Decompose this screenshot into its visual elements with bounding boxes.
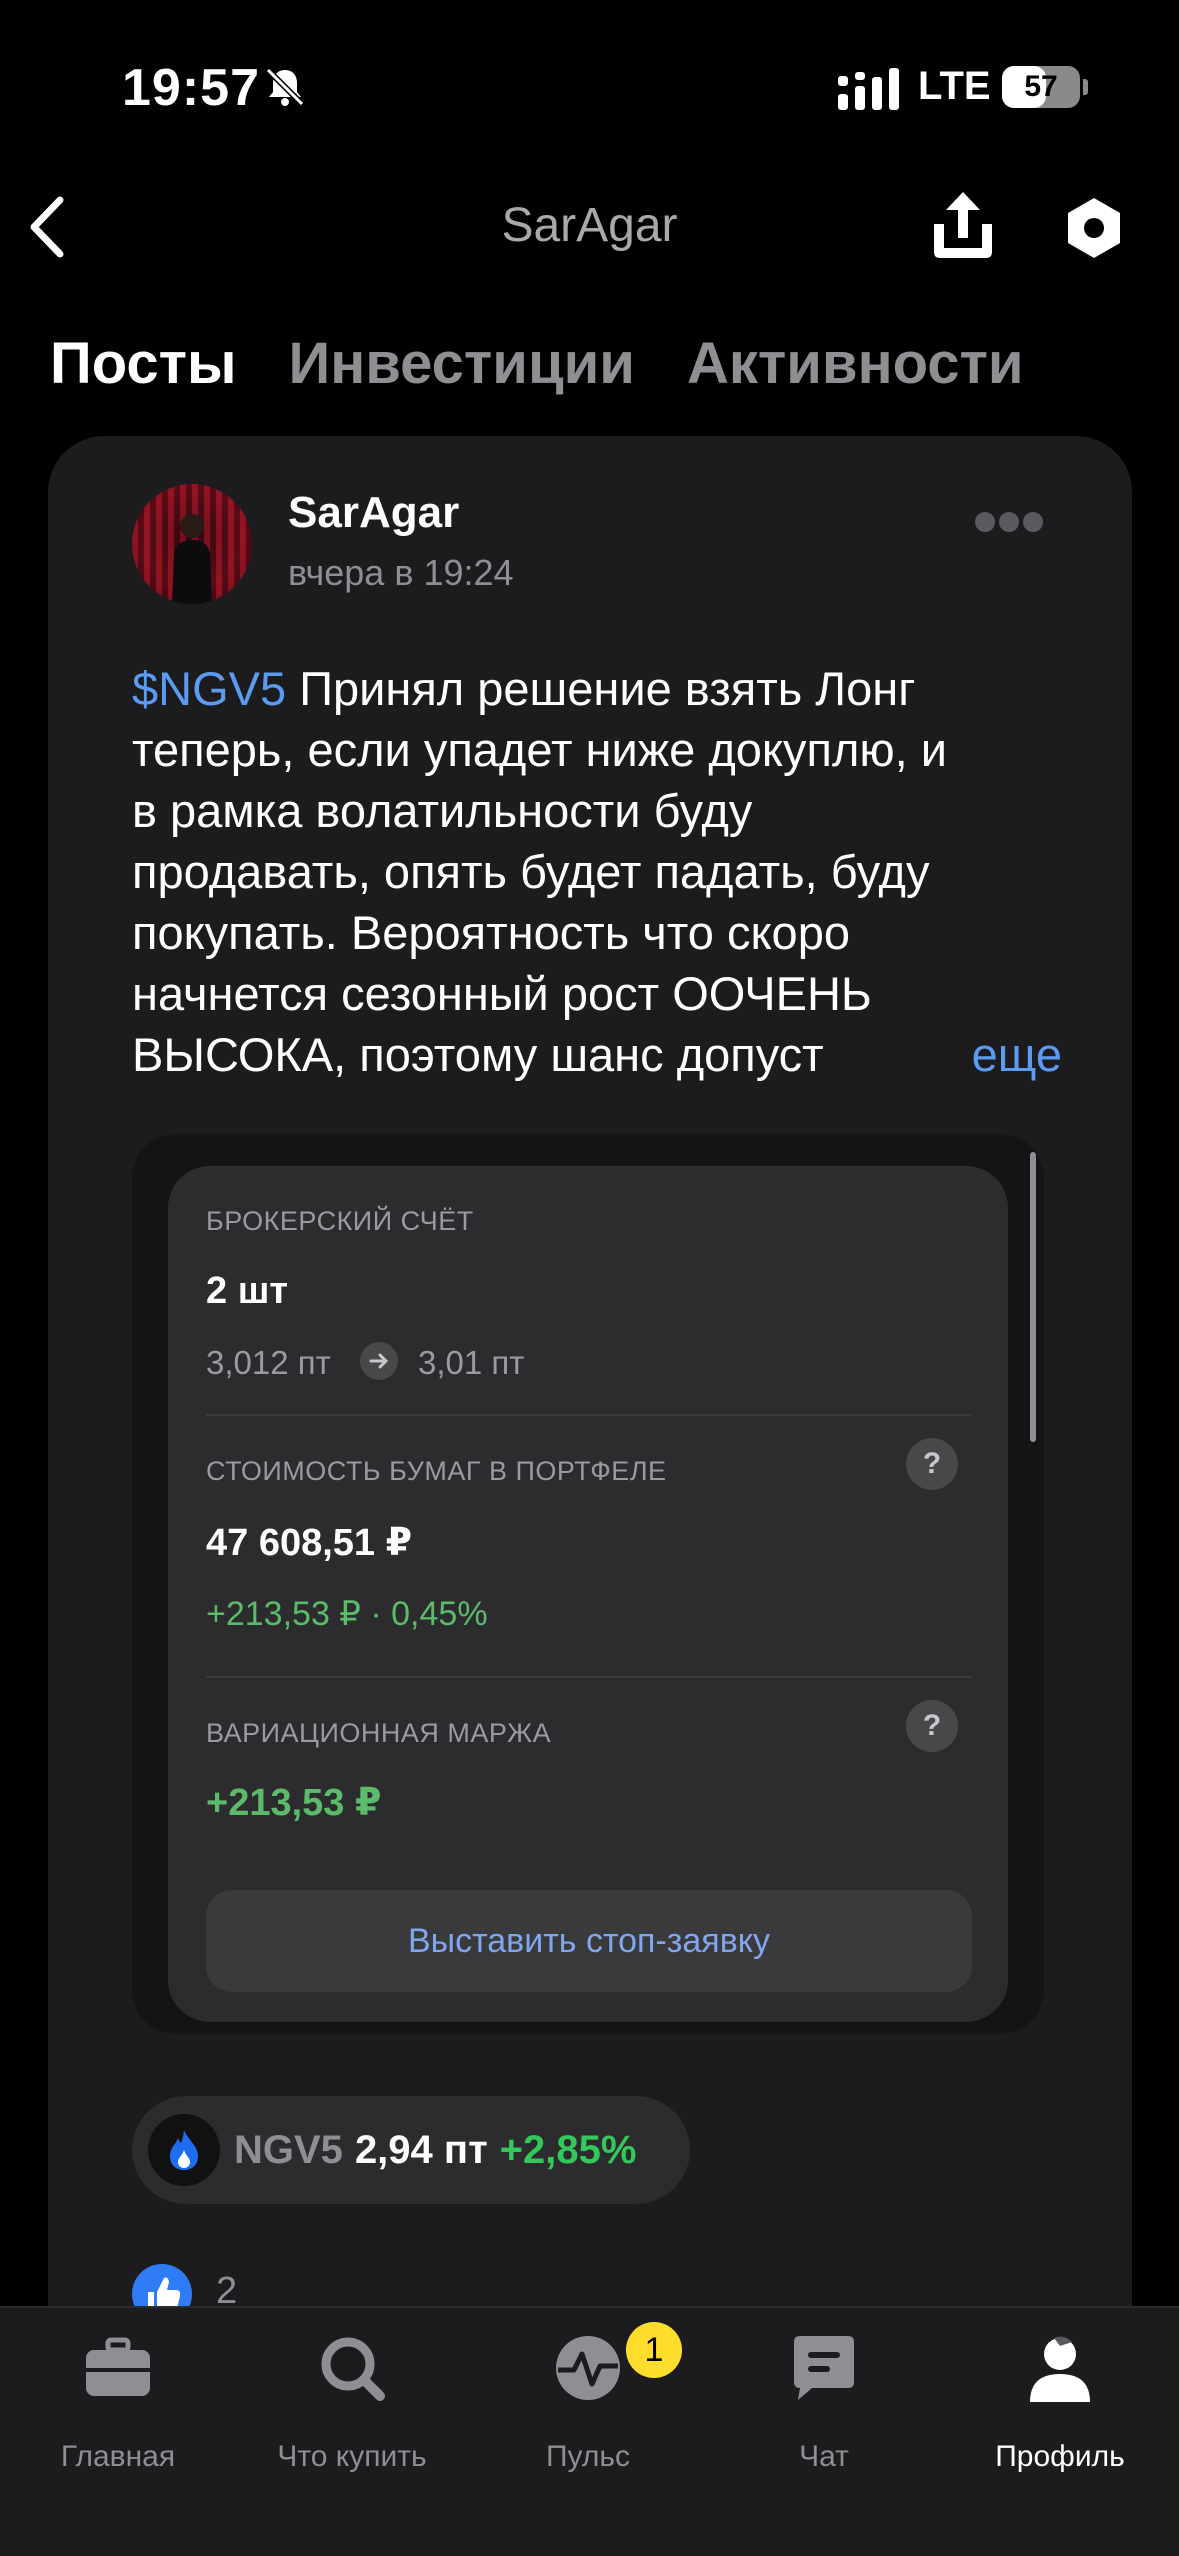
portfolio-value-label: СТОИМОСТЬ БУМАГ В ПОРТФЕЛЕ [206,1456,667,1486]
ticker-tag-link[interactable]: $NGV5 [132,662,286,715]
position-card: БРОКЕРСКИЙ СЧЁТ 2 шт 3,012 пт 3,01 пт СТ… [168,1166,1008,2022]
profile-icon [1030,2336,1090,2402]
tab-posts[interactable]: Посты [50,330,237,410]
chat-icon [794,2336,854,2400]
pulse-icon [556,2336,620,2400]
avatar-person [172,514,212,604]
portfolio-change: +213,53 ₽ · 0,45% [206,1595,488,1633]
broker-account-label: БРОКЕРСКИЙ СЧЁТ [206,1206,474,1236]
tabbar-label: Профиль [995,2440,1125,2473]
chip-change: +2,85% [499,2128,637,2172]
ticker-chip[interactable]: NGV5 2,94 пт +2,85% [132,2096,690,2204]
embedded-image[interactable]: БРОКЕРСКИЙ СЧЁТ 2 шт 3,012 пт 3,01 пт СТ… [132,1134,1044,2034]
bottom-tab-bar: Главная Что купить 1 Пульс Чат Профиль [0,2306,1179,2556]
post-text-line: продавать, опять будет падать, буду [132,845,930,898]
profile-tabs: Посты Инвестиции Активности [50,330,1024,410]
chip-ticker: NGV5 [234,2128,343,2172]
arrow-right-icon [360,1342,398,1380]
stop-order-button: Выставить стоп-заявку [206,1890,972,1992]
network-type: LTE [918,64,991,108]
help-icon: ? [906,1700,958,1752]
signal-icon [838,68,899,110]
divider [206,1414,972,1416]
post-text-line: теперь, если упадет ниже докуплю, и [132,723,948,776]
tabbar-label: Чат [799,2440,849,2473]
read-more-link[interactable]: еще [961,1024,1062,1085]
share-icon[interactable] [928,190,998,262]
post-text-content: Принял решение взять Лонг [299,662,916,715]
ticker-chip-text: NGV5 2,94 пт +2,85% [234,2096,636,2204]
battery-icon: 57 [1002,66,1080,108]
status-time: 19:57 [122,59,260,117]
post-card: SarAgar вчера в 19:24 $NGV5 Принял решен… [48,436,1132,2556]
battery-percent: 57 [1024,70,1058,103]
position-quantity: 2 шт [206,1270,288,1312]
divider [206,1676,972,1678]
status-bar: 19:57 LTE 57 [0,0,1179,170]
variation-margin-label: ВАРИАЦИОННАЯ МАРЖА [206,1718,552,1748]
search-icon [321,2337,385,2401]
tabbar-label: Главная [60,2440,176,2473]
settings-icon[interactable] [1062,196,1126,260]
variation-margin-value: +213,53 ₽ [206,1782,382,1824]
help-icon: ? [906,1438,958,1490]
notification-badge: 1 [626,2322,682,2378]
scrollbar [1030,1152,1036,1442]
tabbar-label: Пульс [545,2440,631,2473]
author-name[interactable]: SarAgar [288,488,459,538]
chip-price: 2,94 пт [354,2128,488,2172]
tabbar-label: Что купить [277,2440,427,2473]
portfolio-value: 47 608,51 ₽ [206,1522,413,1564]
flame-icon [170,2130,198,2170]
briefcase-icon [86,2337,150,2396]
tab-activities[interactable]: Активности [687,330,1024,410]
price-from: 3,012 пт [206,1344,331,1381]
post-text-line: ВЫСОКА, поэтому шанс допуст еще [132,1024,1062,1085]
post-text: $NGV5 Принял решение взять Лонг теперь, … [132,658,1062,1085]
post-text-content: ВЫСОКА, поэтому шанс допуст [132,1028,824,1081]
tab-investments[interactable]: Инвестиции [289,330,635,410]
post-text-line: в рамка волатильности буду [132,784,753,837]
post-time: вчера в 19:24 [288,552,514,593]
bell-muted-icon [265,67,305,107]
post-text-line: $NGV5 Принял решение взять Лонг [132,658,1062,719]
avatar[interactable] [132,484,252,604]
post-text-line: покупать. Вероятность что скоро [132,906,850,959]
nav-title: SarAgar [501,199,678,252]
price-to: 3,01 пт [418,1344,525,1381]
ticker-logo [148,2114,220,2186]
battery-tip [1083,79,1088,95]
more-options-icon[interactable] [974,510,1044,534]
post-text-line: начнется сезонный рост ООЧЕНЬ [132,967,872,1020]
